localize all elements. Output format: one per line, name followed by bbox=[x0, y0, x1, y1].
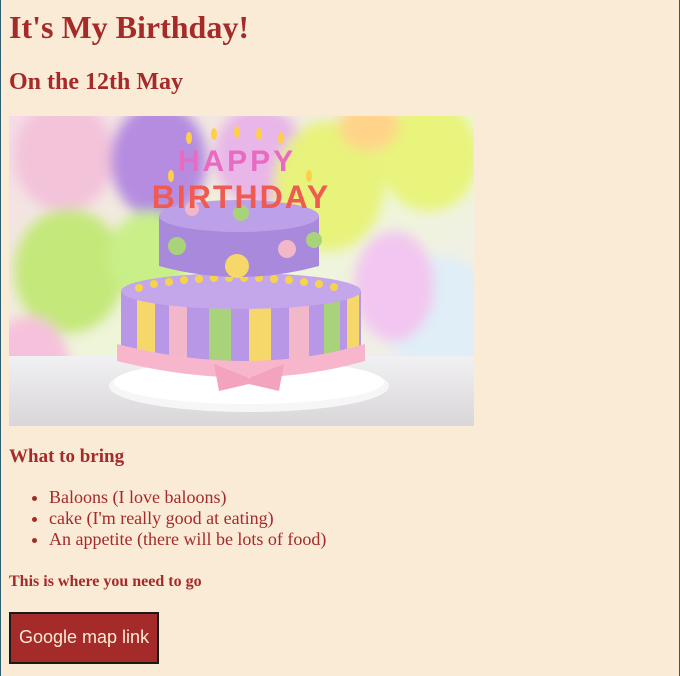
what-to-bring-heading: What to bring bbox=[9, 446, 125, 467]
list-item: cake (I'm really good at eating) bbox=[49, 508, 671, 529]
list-item: An appetite (there will be lots of food) bbox=[49, 529, 671, 550]
date-heading: On the 12th May bbox=[9, 69, 183, 95]
birthday-cake-image: HAPPY BIRTHDAY bbox=[9, 116, 474, 426]
candle-text-birthday: BIRTHDAY bbox=[152, 179, 330, 215]
page-content: It's My Birthday! On the 12th May HAPPY … bbox=[1, 0, 679, 664]
where-heading: This is where you need to go bbox=[9, 573, 202, 590]
list-item: Baloons (I love baloons) bbox=[49, 487, 671, 508]
bring-list: Baloons (I love baloons) cake (I'm reall… bbox=[9, 487, 671, 550]
google-map-link-button[interactable]: Google map link bbox=[9, 612, 160, 664]
candle-text-happy: HAPPY bbox=[178, 145, 296, 178]
page-title: It's My Birthday! bbox=[9, 9, 249, 45]
